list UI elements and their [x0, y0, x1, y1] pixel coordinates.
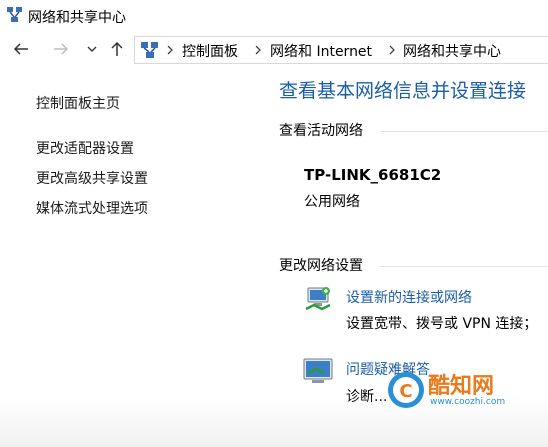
sidebar-item-control-panel-home[interactable]: 控制面板主页	[36, 93, 120, 113]
up-arrow-icon[interactable]	[110, 40, 124, 58]
watermark-logo-icon: C	[386, 370, 426, 410]
control-panel-icon	[140, 40, 160, 60]
breadcrumb-separator-icon[interactable]	[254, 44, 262, 56]
recent-locations-chevron-icon[interactable]	[86, 44, 98, 54]
breadcrumb-separator-icon[interactable]	[388, 44, 396, 56]
network-type: 公用网络	[304, 194, 360, 210]
troubleshoot-icon[interactable]	[302, 357, 334, 385]
watermark: C 酷知网 www.coozhi.com	[386, 368, 548, 420]
section-divider	[380, 131, 548, 132]
breadcrumb-separator-icon[interactable]	[166, 44, 174, 56]
watermark-brand: 酷知网	[428, 374, 495, 399]
setup-new-connection-link[interactable]: 设置新的连接或网络	[346, 287, 472, 307]
forward-arrow-icon[interactable]	[52, 41, 70, 57]
back-arrow-icon[interactable]	[12, 41, 30, 57]
active-networks-title: 查看活动网络	[279, 123, 363, 139]
window-title: 网络和共享中心	[28, 10, 126, 26]
network-name: TP-LINK_6681C2	[304, 166, 442, 184]
sidebar-item-change-advanced-sharing[interactable]: 更改高级共享设置	[36, 168, 148, 188]
section-divider	[380, 266, 548, 267]
breadcrumb-network-sharing-center[interactable]: 网络和共享中心	[403, 41, 501, 61]
svg-text:C: C	[399, 381, 412, 402]
breadcrumb-network-internet[interactable]: 网络和 Internet	[270, 41, 372, 61]
new-connection-icon[interactable]	[302, 283, 334, 315]
page-title: 查看基本网络信息并设置连接	[279, 80, 527, 102]
sidebar-item-change-adapter-settings[interactable]: 更改适配器设置	[36, 138, 134, 158]
change-network-settings-title: 更改网络设置	[279, 258, 363, 274]
breadcrumb-control-panel[interactable]: 控制面板	[182, 41, 238, 61]
watermark-url: www.coozhi.com	[430, 397, 506, 407]
sidebar-item-media-streaming-options[interactable]: 媒体流式处理选项	[36, 198, 148, 218]
setup-new-connection-description: 设置宽带、拨号或 VPN 连接；	[346, 316, 538, 332]
network-center-icon	[6, 6, 24, 24]
